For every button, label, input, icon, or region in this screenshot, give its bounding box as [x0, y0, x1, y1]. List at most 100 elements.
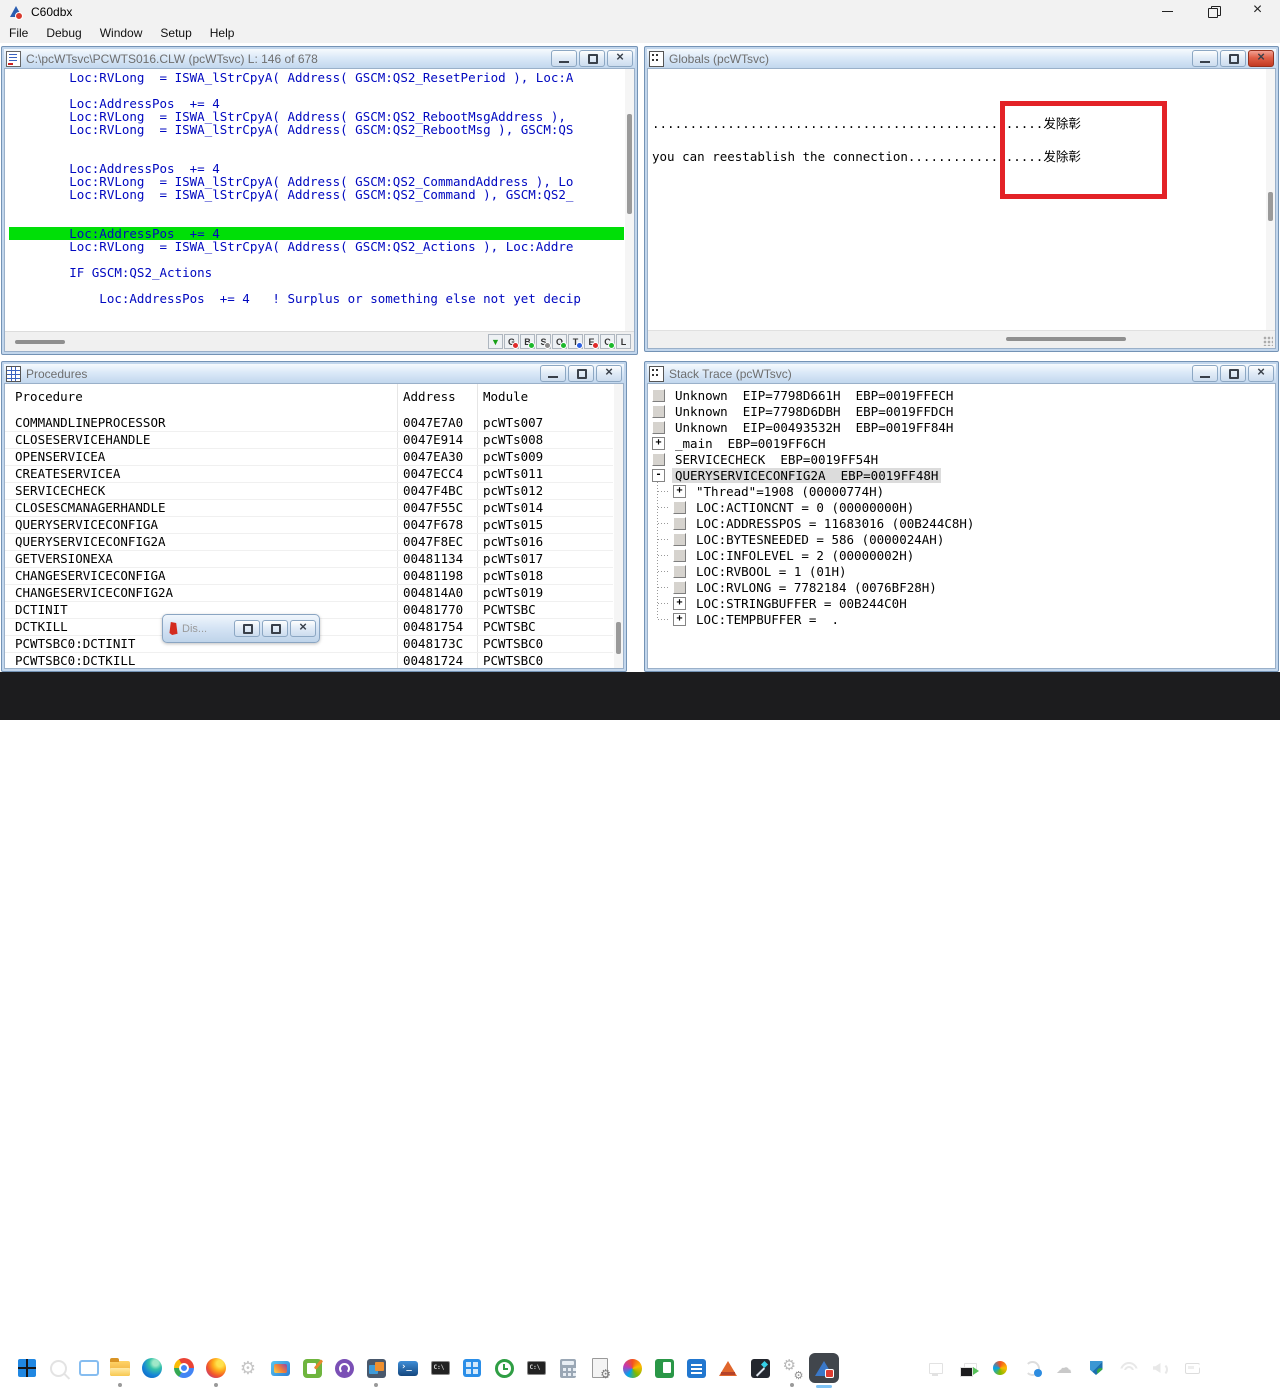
close-button[interactable]: [596, 365, 622, 382]
column-header-procedure[interactable]: Procedure: [15, 389, 83, 409]
taskbar-icon-photos[interactable]: [265, 1353, 295, 1383]
resize-grip[interactable]: [1263, 336, 1273, 346]
taskbar-icon-powershell[interactable]: [393, 1353, 423, 1383]
table-row[interactable]: GETVERSIONEXA00481134pcWTs017: [5, 550, 613, 568]
taskbar-icon-firefox[interactable]: [201, 1353, 231, 1383]
close-button[interactable]: [290, 620, 316, 637]
globals-window-titlebar[interactable]: Globals (pcWTsvc): [647, 49, 1276, 68]
restore-button[interactable]: [568, 365, 594, 382]
stack-frame[interactable]: Unknown EIP=7798D6DBH EBP=0019FFDCH: [652, 404, 956, 419]
expand-icon[interactable]: +: [673, 597, 686, 610]
code-line[interactable]: Loc:RVLong = ISWA_lStrCpyA( Address( GSC…: [9, 188, 624, 201]
table-row[interactable]: CLOSESCMANAGERHANDLE0047F55CpcWTs014: [5, 499, 613, 517]
taskbar-icon-cmd[interactable]: C:\: [425, 1353, 455, 1383]
taskbar-icon-search[interactable]: [43, 1353, 73, 1383]
debug-toolbar-icon-t[interactable]: T: [568, 334, 583, 349]
minimize-button[interactable]: [540, 365, 566, 382]
table-row[interactable]: CLOSESERVICEHANDLE0047E914pcWTs008: [5, 431, 613, 449]
code-line[interactable]: Loc:RVLong = ISWA_lStrCpyA( Address( GSC…: [9, 240, 624, 253]
minimize-button[interactable]: [1192, 50, 1218, 67]
taskbar-icon-vmware[interactable]: [361, 1353, 391, 1383]
stack-frame[interactable]: LOC:BYTESNEEDED = 586 (0000024AH): [658, 532, 947, 547]
table-row[interactable]: QUERYSERVICECONFIGA0047F678pcWTs015: [5, 516, 613, 534]
column-header-module[interactable]: Module: [483, 389, 528, 409]
stack-frame[interactable]: +_main EBP=0019FF6CH: [652, 436, 829, 451]
taskbar-icon-docgear[interactable]: [585, 1353, 615, 1383]
code-line[interactable]: IF GSCM:QS2_Actions: [9, 266, 624, 279]
code-line[interactable]: [9, 136, 624, 149]
stack-frame[interactable]: LOC:RVLONG = 7782184 (0076BF28H): [658, 580, 940, 595]
code-line[interactable]: Loc:RVLong = ISWA_lStrCpyA( Address( GSC…: [9, 71, 624, 84]
stack-frame[interactable]: +LOC:TEMPBUFFER = .: [658, 612, 842, 627]
disassembly-minimized-window[interactable]: Dis...: [162, 614, 320, 643]
restore-button[interactable]: [1190, 0, 1235, 23]
table-row[interactable]: PCWTSBC0:DCTKILL00481724PCWTSBC0: [5, 652, 613, 669]
collapse-icon[interactable]: -: [652, 469, 665, 482]
stack-frame[interactable]: LOC:RVBOOL = 1 (01H): [658, 564, 850, 579]
taskbar-icon-edge[interactable]: [137, 1353, 167, 1383]
minimize-button[interactable]: [551, 50, 577, 67]
close-button[interactable]: [1248, 50, 1274, 67]
stack-frame[interactable]: -QUERYSERVICECONFIG2A EBP=0019FF48H: [652, 468, 941, 483]
tray-icon-sync[interactable]: [1016, 1361, 1048, 1376]
debug-toolbar-icon-▼[interactable]: ▼: [488, 334, 503, 349]
app-titlebar[interactable]: C60dbx: [0, 0, 1280, 23]
tray-icon-copilot[interactable]: [984, 1361, 1016, 1375]
debug-toolbar-icon-o[interactable]: O: [552, 334, 567, 349]
debug-toolbar-icon-l[interactable]: L: [616, 334, 631, 349]
vertical-scrollbar[interactable]: [1266, 69, 1275, 331]
restore-button[interactable]: [1220, 365, 1246, 382]
taskbar-clock[interactable]: 16:18 21/10/2025: [1214, 1350, 1272, 1382]
taskbar-icon-clockapp[interactable]: [489, 1353, 519, 1383]
debug-toolbar-icon-s[interactable]: S: [536, 334, 551, 349]
taskbar-icon-taskview[interactable]: [74, 1353, 104, 1383]
restore-button[interactable]: [1220, 50, 1246, 67]
table-row[interactable]: OPENSERVICEA0047EA30pcWTs009: [5, 448, 613, 466]
taskbar-icon-explorer[interactable]: [105, 1353, 135, 1383]
menu-item-debug[interactable]: Debug: [37, 23, 90, 43]
taskbar-icon-start[interactable]: [12, 1353, 42, 1383]
table-row[interactable]: SERVICECHECK0047F4BCpcWTs012: [5, 482, 613, 500]
maximize-button[interactable]: [262, 620, 288, 637]
menu-item-setup[interactable]: Setup: [151, 23, 200, 43]
tray-icon-pc[interactable]: [920, 1363, 952, 1374]
code-line[interactable]: Loc:RVLong = ISWA_lStrCpyA( Address( GSC…: [9, 123, 624, 136]
stack-trace-window-titlebar[interactable]: Stack Trace (pcWTsvc): [647, 364, 1276, 383]
debug-toolbar-icon-g[interactable]: G: [504, 334, 519, 349]
table-row[interactable]: QUERYSERVICECONFIG2A0047F8ECpcWTs016: [5, 533, 613, 551]
taskbar-icon-wand[interactable]: [745, 1353, 775, 1383]
taskbar-icon-notepadpp[interactable]: [297, 1353, 327, 1383]
debug-toolbar-icon-b[interactable]: B: [520, 334, 535, 349]
table-row[interactable]: COMMANDLINEPROCESSOR0047E7A0pcWTs007: [5, 414, 613, 432]
taskbar-icon-cmd2[interactable]: C:\: [521, 1353, 551, 1383]
tray-icon-defender[interactable]: [1080, 1361, 1112, 1375]
tray-icon-volume[interactable]: [1144, 1362, 1176, 1374]
taskbar-icon-localc[interactable]: [649, 1353, 679, 1383]
vertical-scrollbar[interactable]: [614, 384, 623, 668]
taskbar-icon-chrome[interactable]: [169, 1353, 199, 1383]
close-button[interactable]: [1248, 365, 1274, 382]
stack-frame[interactable]: LOC:ACTIONCNT = 0 (00000000H): [658, 500, 917, 515]
table-row[interactable]: CHANGESERVICECONFIG2A004814A0pcWTs019: [5, 584, 613, 602]
tray-icon-wifi[interactable]: [1112, 1362, 1144, 1374]
source-window-titlebar[interactable]: C:\pcWTsvc\PCWTS016.CLW (pcWTsvc) L: 146…: [4, 49, 635, 68]
taskbar-icon-copilot[interactable]: [617, 1353, 647, 1383]
stack-frame[interactable]: Unknown EIP=00493532H EBP=0019FF84H: [652, 420, 956, 435]
horizontal-scrollbar[interactable]: ▼GBSOTECL: [5, 331, 634, 351]
taskbar-icon-c60dbx[interactable]: [809, 1353, 839, 1383]
restore-button[interactable]: [579, 50, 605, 67]
tray-icon-pen[interactable]: [1176, 1363, 1208, 1374]
restore-button[interactable]: [234, 620, 260, 637]
menu-item-file[interactable]: File: [0, 23, 37, 43]
code-line[interactable]: Loc:AddressPos += 4 ! Surplus or somethi…: [9, 292, 624, 305]
taskbar-icon-clarion[interactable]: [713, 1353, 743, 1383]
minimize-button[interactable]: [1145, 0, 1190, 23]
taskbar-icon-settings[interactable]: [233, 1353, 263, 1383]
tray-icon-onedrive[interactable]: [1048, 1358, 1080, 1378]
stack-frame[interactable]: LOC:INFOLEVEL = 2 (00000002H): [658, 548, 917, 563]
stack-frame[interactable]: SERVICECHECK EBP=0019FF54H: [652, 452, 881, 467]
table-row[interactable]: CREATESERVICEA0047ECC4pcWTs011: [5, 465, 613, 483]
taskbar-icon-github[interactable]: [329, 1353, 359, 1383]
stack-frame[interactable]: +LOC:STRINGBUFFER = 00B244C0H: [658, 596, 910, 611]
expand-icon[interactable]: +: [673, 485, 686, 498]
